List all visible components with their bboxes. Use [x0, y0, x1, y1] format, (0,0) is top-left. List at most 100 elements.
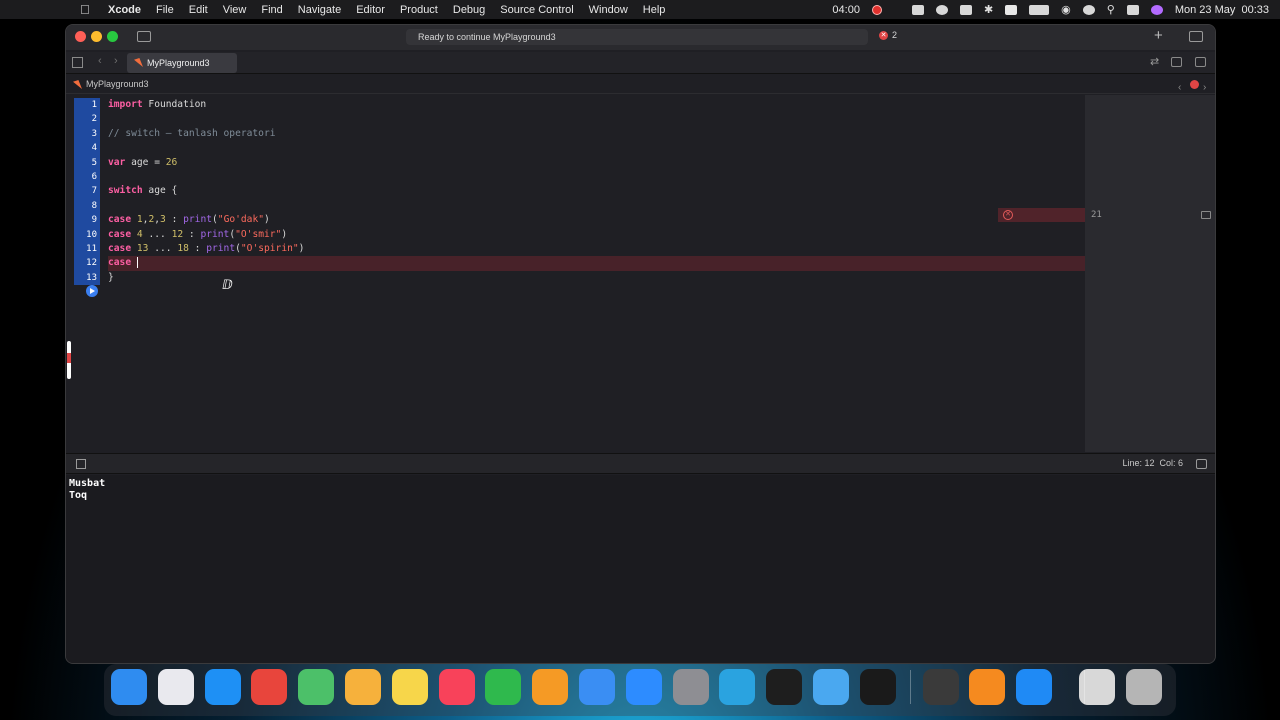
zoom-window-button[interactable] [107, 31, 118, 42]
error-badge[interactable]: ✕ 2 [879, 30, 897, 40]
figma-icon[interactable] [766, 669, 802, 705]
shield-icon[interactable] [911, 4, 924, 15]
tab-myplayground3[interactable]: MyPlayground3 [127, 53, 237, 73]
add-editor-icon[interactable] [1195, 57, 1206, 67]
xcode-icon[interactable] [579, 669, 615, 705]
battery-icon[interactable] [1029, 4, 1050, 15]
line-number[interactable]: 4 [74, 141, 100, 156]
add-library-button[interactable]: + [1154, 27, 1163, 44]
line-number[interactable]: 3 [74, 126, 100, 142]
wifi-icon[interactable]: ◉ [1061, 3, 1071, 16]
minimize-window-button[interactable] [91, 31, 102, 42]
line-number[interactable]: 6 [74, 170, 100, 185]
code-token: case [108, 228, 132, 240]
launchpad-icon[interactable] [158, 669, 194, 705]
apple-menu-icon[interactable]:  [80, 2, 94, 17]
code-line[interactable]: case 1,2,3 : print("Go'dak") [108, 213, 1085, 227]
chrome-icon[interactable] [251, 669, 287, 705]
maps-icon[interactable] [298, 669, 334, 705]
photos-icon[interactable] [345, 669, 381, 705]
menu-view[interactable]: View [223, 4, 247, 16]
code-line[interactable]: } [108, 271, 1085, 285]
swap-editor-icon[interactable]: ⇄ [1150, 55, 1159, 68]
menu-product[interactable]: Product [400, 4, 438, 16]
editor-options-icon[interactable] [1171, 57, 1182, 67]
quick-look-icon[interactable] [1201, 211, 1211, 219]
line-number[interactable]: 12 [74, 256, 100, 271]
keychain-icon[interactable] [923, 669, 959, 705]
menu-debug[interactable]: Debug [453, 4, 485, 16]
code-line[interactable]: // switch – tanlash operatori [108, 127, 1085, 141]
creative-cloud-icon[interactable] [935, 4, 948, 15]
books-icon[interactable] [969, 669, 1005, 705]
simulator-icon[interactable] [813, 669, 849, 705]
back-arrow-icon[interactable]: ‹ [98, 55, 102, 67]
code-area[interactable]: import Foundation // switch – tanlash ope… [108, 95, 1085, 452]
telegram-icon[interactable] [719, 669, 755, 705]
line-number[interactable]: 13 [74, 270, 100, 286]
keyboard-icon[interactable] [959, 4, 972, 15]
menu-file[interactable]: File [156, 4, 174, 16]
terminal-icon[interactable] [860, 669, 896, 705]
menu-help[interactable]: Help [643, 4, 666, 16]
console-output[interactable]: Musbat Toq [66, 475, 1215, 663]
music-icon[interactable] [439, 669, 475, 705]
line-number[interactable]: 10 [74, 227, 100, 242]
forward-arrow-icon[interactable]: › [114, 55, 118, 67]
siri-icon[interactable] [1150, 4, 1163, 15]
line-number[interactable]: 1 [74, 98, 100, 113]
code-line[interactable]: var age = 26 [108, 156, 1085, 170]
line-number[interactable]: 11 [74, 242, 100, 257]
code-line[interactable] [108, 112, 1085, 126]
system-preferences-icon[interactable] [673, 669, 709, 705]
menu-app-name[interactable]: Xcode [108, 4, 141, 16]
menu-window[interactable]: Window [589, 4, 628, 16]
pages-icon[interactable] [532, 669, 568, 705]
run-playground-button[interactable] [86, 285, 98, 297]
code-line[interactable] [108, 199, 1085, 213]
code-token: case [108, 214, 132, 226]
line-number[interactable]: 5 [74, 155, 100, 170]
menu-navigate[interactable]: Navigate [298, 4, 341, 16]
line-number[interactable]: 8 [74, 198, 100, 214]
code-line[interactable]: case 4 ... 12 : print("O'smir") [108, 228, 1085, 242]
finder-icon[interactable] [111, 669, 147, 705]
error-annotation[interactable]: ✕ [998, 208, 1085, 222]
code-line[interactable] [108, 170, 1085, 184]
menu-edit[interactable]: Edit [189, 4, 208, 16]
user-icon[interactable] [1082, 4, 1095, 15]
line-number[interactable]: 2 [74, 112, 100, 127]
hide-debug-area-icon[interactable] [76, 459, 86, 469]
code-line[interactable]: case 13 ... 18 : print("O'spirin") [108, 242, 1085, 256]
line-number[interactable]: 9 [74, 213, 100, 228]
bluetooth-icon[interactable]: ✱ [984, 3, 993, 16]
zoom-icon[interactable] [626, 669, 662, 705]
numbers-icon[interactable] [485, 669, 521, 705]
breadcrumb[interactable]: MyPlayground3 [86, 74, 149, 94]
menu-editor[interactable]: Editor [356, 4, 385, 16]
console-toggle-icon[interactable] [1196, 459, 1207, 469]
close-window-button[interactable] [75, 31, 86, 42]
app-store-icon[interactable] [205, 669, 241, 705]
control-center-icon[interactable] [1126, 4, 1139, 15]
navigator-toggle-icon[interactable] [137, 31, 151, 42]
input-source-icon[interactable] [1005, 4, 1018, 15]
code-line[interactable] [108, 141, 1085, 155]
inspector-toggle-icon[interactable] [1189, 31, 1203, 42]
code-line[interactable]: switch age { [108, 184, 1085, 198]
record-stop-icon[interactable] [871, 4, 882, 15]
spotlight-search-icon[interactable]: ⚲ [1107, 3, 1115, 16]
safari-icon[interactable] [1016, 669, 1052, 705]
code-line[interactable]: import Foundation [108, 98, 1085, 112]
code-line[interactable]: case [108, 256, 1085, 271]
menu-find[interactable]: Find [261, 4, 282, 16]
notes-icon[interactable] [392, 669, 428, 705]
menu-source-control[interactable]: Source Control [500, 4, 573, 16]
line-number[interactable]: 7 [74, 184, 100, 199]
trash-icon[interactable] [1126, 669, 1162, 705]
related-items-icon[interactable] [72, 57, 83, 68]
issue-error-icon[interactable] [1190, 80, 1199, 89]
menu-clock[interactable]: Mon 23 May 00:33 [1175, 4, 1269, 16]
error-count: 2 [892, 30, 898, 40]
source-editor[interactable]: 1 2 3 4 5 6 7 8 9 10 11 12 13 import Foundation// sw… [66, 95, 1215, 452]
